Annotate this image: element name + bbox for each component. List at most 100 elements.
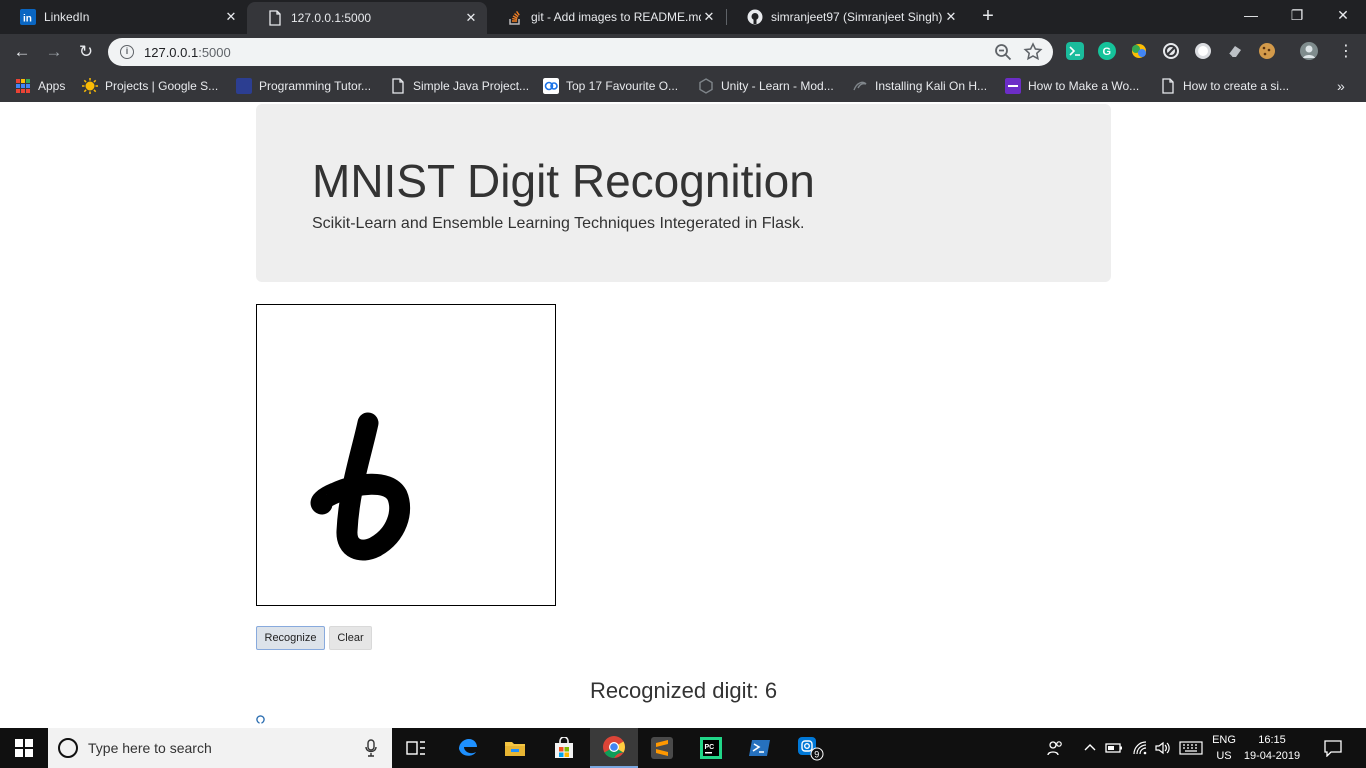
taskbar-sublime[interactable] — [638, 728, 686, 768]
tab-title: git - Add images to README.md — [531, 10, 701, 24]
colorlib-icon — [1005, 78, 1021, 94]
taskbar-instagram[interactable]: 9 — [786, 728, 834, 768]
profile-avatar-icon[interactable] — [1300, 42, 1318, 60]
bookmark-how-to-create[interactable]: How to create a si... — [1160, 76, 1289, 96]
people-icon[interactable] — [1046, 739, 1064, 757]
site-info-icon[interactable]: i — [120, 45, 134, 59]
store-icon — [555, 737, 573, 758]
handwritten-digit-drawing — [310, 412, 411, 561]
restore-button[interactable]: ❐ — [1274, 0, 1320, 30]
chevron-up-icon[interactable] — [1083, 741, 1097, 753]
microphone-icon[interactable] — [364, 739, 378, 757]
url-host: 127.0.0.1 — [144, 44, 199, 60]
windows-logo-icon — [15, 739, 33, 757]
reload-button[interactable]: ↻ — [74, 40, 98, 64]
tab-localhost[interactable]: 127.0.0.1:5000 ✕ — [247, 2, 487, 34]
bookmark-label: Unity - Learn - Mod... — [721, 79, 834, 93]
wifi-icon[interactable] — [1132, 740, 1148, 756]
bookmark-programming-tutorials[interactable]: Programming Tutor... — [236, 76, 371, 96]
bookmark-installing-kali[interactable]: Installing Kali On H... — [852, 76, 987, 96]
forward-button[interactable]: → — [42, 40, 66, 64]
bookmark-apps[interactable]: Apps — [15, 76, 65, 96]
input-language-indicator[interactable]: ENG US — [1208, 732, 1240, 764]
bookmark-label: Projects | Google S... — [105, 79, 219, 93]
bookmark-label: Top 17 Favourite O... — [566, 79, 679, 93]
taskbar-chrome[interactable] — [590, 728, 638, 768]
bookmark-projects[interactable]: Projects | Google S... — [82, 76, 218, 96]
bookmark-label: Programming Tutor... — [259, 79, 372, 93]
address-url[interactable]: 127.0.0.1:5000 — [144, 45, 993, 60]
close-tab-icon[interactable]: ✕ — [223, 9, 239, 25]
taskbar-edge[interactable] — [443, 728, 491, 768]
grammarly-icon[interactable]: G — [1098, 42, 1116, 60]
system-clock[interactable]: 16:15 19-04-2019 — [1242, 732, 1302, 764]
google-extension-icon[interactable] — [1130, 42, 1148, 60]
zoom-icon[interactable] — [993, 42, 1013, 62]
browser-tab-strip: in LinkedIn ✕ 127.0.0.1:5000 ✕ git - Add… — [0, 0, 1366, 34]
site-icon — [543, 78, 559, 94]
address-bar[interactable]: i 127.0.0.1:5000 — [108, 38, 1053, 66]
bookmark-how-to-make[interactable]: How to Make a Wo... — [1005, 76, 1139, 96]
cortana-icon — [58, 738, 78, 758]
tutorial-icon — [236, 78, 252, 94]
action-center-icon[interactable] — [1324, 739, 1342, 757]
region-code: US — [1216, 750, 1232, 762]
minimize-button[interactable]: — — [1228, 0, 1274, 30]
close-tab-icon[interactable]: ✕ — [463, 10, 479, 26]
bookmark-unity-learn[interactable]: Unity - Learn - Mod... — [698, 76, 834, 96]
start-button[interactable] — [0, 728, 48, 768]
bookmark-top-17[interactable]: Top 17 Favourite O... — [543, 76, 678, 96]
drawing-canvas[interactable] — [256, 304, 556, 606]
github-icon — [747, 9, 763, 25]
clear-button[interactable]: Clear — [329, 626, 372, 650]
sublime-text-icon — [651, 737, 673, 759]
close-window-button[interactable]: ✕ — [1320, 0, 1366, 30]
bookmark-label: How to create a si... — [1183, 79, 1290, 93]
bookmark-simple-java[interactable]: Simple Java Project... — [390, 76, 529, 96]
back-button[interactable]: ← — [10, 40, 34, 64]
powershell-icon — [749, 740, 770, 756]
task-view-button[interactable] — [392, 728, 440, 768]
taskbar-file-explorer[interactable] — [491, 728, 539, 768]
google-sun-icon — [82, 78, 98, 94]
windows-taskbar: Type here to search PC 9 ENG US 16:15 19… — [0, 728, 1366, 768]
svg-text:in: in — [23, 14, 32, 25]
taskbar-pycharm[interactable]: PC — [687, 728, 735, 768]
taskbar-powershell[interactable] — [736, 728, 784, 768]
close-tab-icon[interactable]: ✕ — [701, 9, 717, 25]
recognize-button[interactable]: Recognize — [256, 626, 325, 650]
bookmark-star-icon[interactable] — [1023, 42, 1043, 62]
tab-linkedin[interactable]: in LinkedIn ✕ — [0, 0, 247, 34]
notification-count: 9 — [814, 749, 819, 759]
pycharm-icon: PC — [700, 737, 722, 759]
search-placeholder: Type here to search — [88, 740, 212, 756]
cookie-extension-icon[interactable] — [1258, 42, 1276, 60]
chrome-menu-icon[interactable]: ⋮ — [1334, 40, 1358, 64]
bookmark-label: How to Make a Wo... — [1028, 79, 1140, 93]
close-tab-icon[interactable]: ✕ — [943, 9, 959, 25]
tab-github[interactable]: simranjeet97 (Simranjeet Singh) ✕ — [727, 0, 967, 34]
page-icon — [392, 78, 404, 94]
circle-extension-icon[interactable] — [1194, 42, 1212, 60]
tab-stackoverflow[interactable]: git - Add images to README.md ✕ — [487, 0, 725, 34]
battery-icon[interactable] — [1105, 740, 1123, 756]
tab-title: 127.0.0.1:5000 — [291, 11, 372, 25]
taskbar-store[interactable] — [540, 728, 588, 768]
task-view-icon — [406, 741, 425, 755]
terminal-extension-icon[interactable] — [1066, 42, 1084, 60]
bookmarks-overflow-button[interactable]: » — [1337, 76, 1345, 96]
eraser-extension-icon[interactable] — [1226, 42, 1244, 60]
tab-title: LinkedIn — [44, 10, 90, 24]
svg-text:PC: PC — [705, 744, 715, 751]
taskbar-search-box[interactable]: Type here to search — [48, 728, 392, 768]
browser-toolbar: ← → ↻ i 127.0.0.1:5000 G ⋮ — [0, 34, 1366, 70]
volume-icon[interactable] — [1154, 740, 1170, 756]
linkedin-icon: in — [20, 9, 36, 25]
github-link-icon[interactable] — [256, 715, 265, 724]
blocker-extension-icon[interactable] — [1162, 42, 1180, 60]
edge-icon — [459, 739, 477, 756]
keyboard-icon[interactable] — [1179, 741, 1203, 755]
new-tab-button[interactable]: + — [978, 6, 998, 26]
apps-grid-icon — [16, 79, 30, 93]
bookmarks-bar: Apps Projects | Google S... Programming … — [0, 70, 1366, 102]
